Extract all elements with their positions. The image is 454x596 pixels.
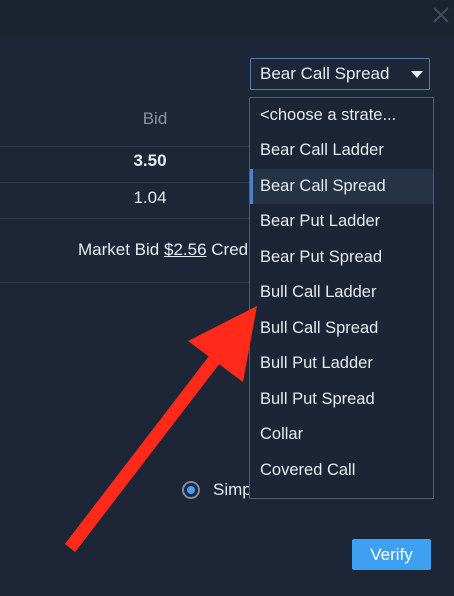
- market-bid-suffix: Credit: [211, 240, 248, 259]
- dropdown-option[interactable]: Bear Put Spread: [250, 240, 433, 276]
- strategy-dropdown-list[interactable]: <choose a strate... Bear Call Ladder Bea…: [249, 97, 434, 499]
- table-row-bid: 1.04: [133, 188, 167, 207]
- dropdown-option[interactable]: Bull Put Spread: [250, 382, 433, 418]
- title-bar: [0, 0, 454, 37]
- strategy-select-value: Bear Call Spread: [260, 64, 390, 83]
- market-bid-value[interactable]: $2.56: [164, 240, 207, 259]
- chevron-down-icon: [411, 71, 423, 78]
- radio-circle-icon[interactable]: [182, 481, 200, 499]
- bid-column-header: Bid: [142, 109, 168, 128]
- strategy-select[interactable]: Bear Call Spread: [250, 58, 430, 90]
- row-divider: [0, 182, 249, 183]
- dropdown-option[interactable]: Covered Call: [250, 453, 433, 489]
- section-divider: [0, 282, 249, 283]
- dropdown-option[interactable]: Bear Put Ladder: [250, 204, 433, 240]
- dropdown-option[interactable]: Bull Put Ladder: [250, 346, 433, 382]
- dropdown-option[interactable]: <choose a strate...: [250, 98, 433, 133]
- dropdown-option[interactable]: Covered Put: [250, 488, 433, 498]
- header-divider: [0, 146, 249, 147]
- radio-dot-icon: [187, 486, 195, 494]
- market-bid-label: Market Bid: [78, 240, 160, 259]
- app-window: Bear Call Spread Bid 3.50 1.04 Market Bi…: [0, 0, 454, 596]
- verify-button[interactable]: Verify: [352, 539, 431, 570]
- dropdown-option[interactable]: Collar: [250, 417, 433, 453]
- dropdown-option[interactable]: Bull Call Ladder: [250, 275, 433, 311]
- table-row-bid: 3.50: [133, 151, 167, 170]
- row-divider: [0, 218, 249, 219]
- dropdown-option[interactable]: Bear Call Ladder: [250, 133, 433, 169]
- dropdown-option[interactable]: Bull Call Spread: [250, 311, 433, 347]
- dropdown-option-selected[interactable]: Bear Call Spread: [250, 168, 433, 204]
- market-bid-line: Market Bid $2.56 Credit: [78, 240, 248, 260]
- close-icon[interactable]: [430, 4, 452, 26]
